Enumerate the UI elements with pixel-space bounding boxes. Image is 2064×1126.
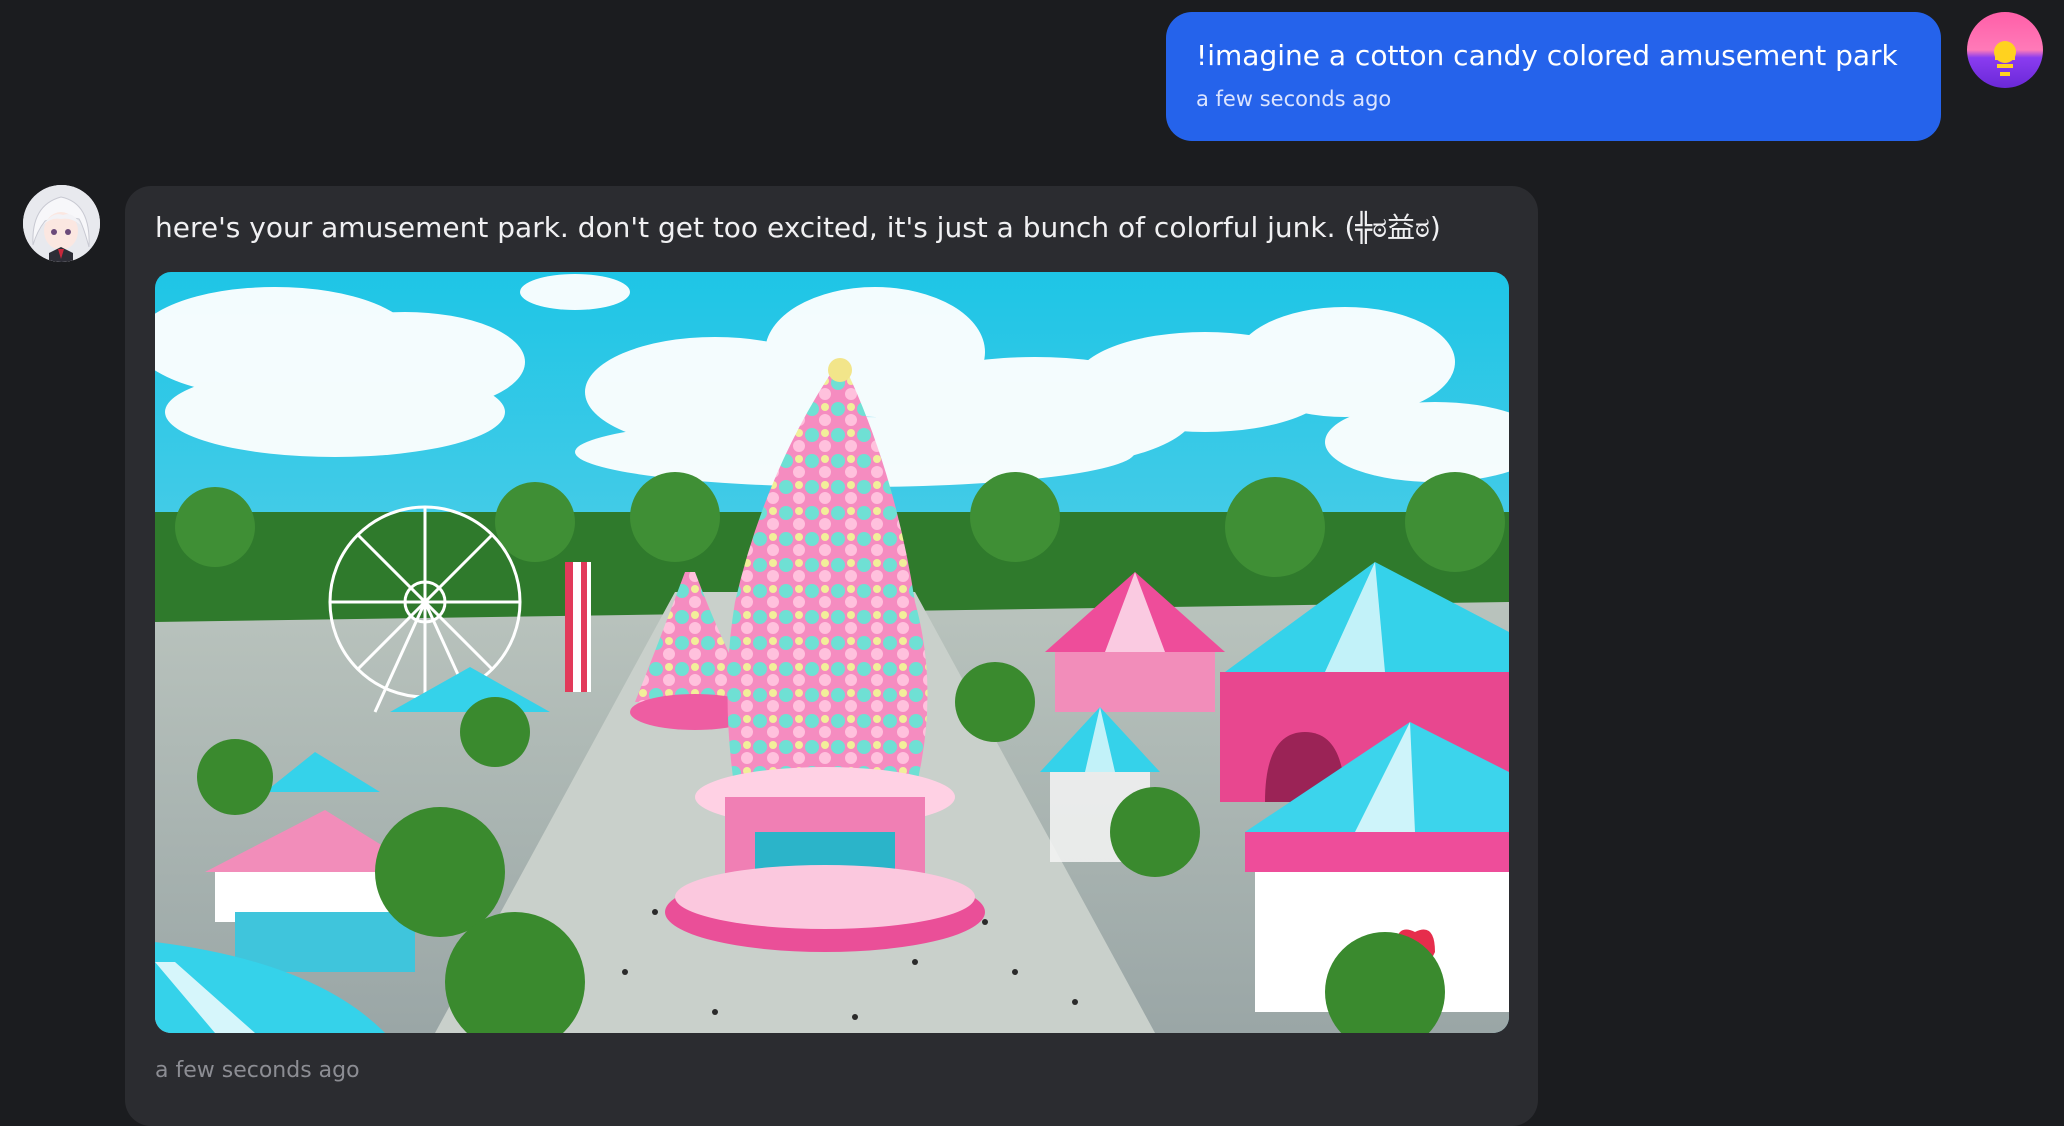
bot-message-text: here's your amusement park. don't get to… [155, 211, 1441, 244]
user-message-text: !imagine a cotton candy colored amusemen… [1196, 39, 1898, 72]
user-message-timestamp: a few seconds ago [1196, 87, 1392, 111]
user-avatar[interactable] [1967, 12, 2043, 88]
bot-avatar[interactable] [23, 185, 100, 262]
bot-message-timestamp: a few seconds ago [155, 1058, 360, 1083]
user-message-bubble: !imagine a cotton candy colored amusemen… [1166, 12, 1941, 141]
generated-image-amusement-park[interactable] [155, 272, 1509, 1033]
